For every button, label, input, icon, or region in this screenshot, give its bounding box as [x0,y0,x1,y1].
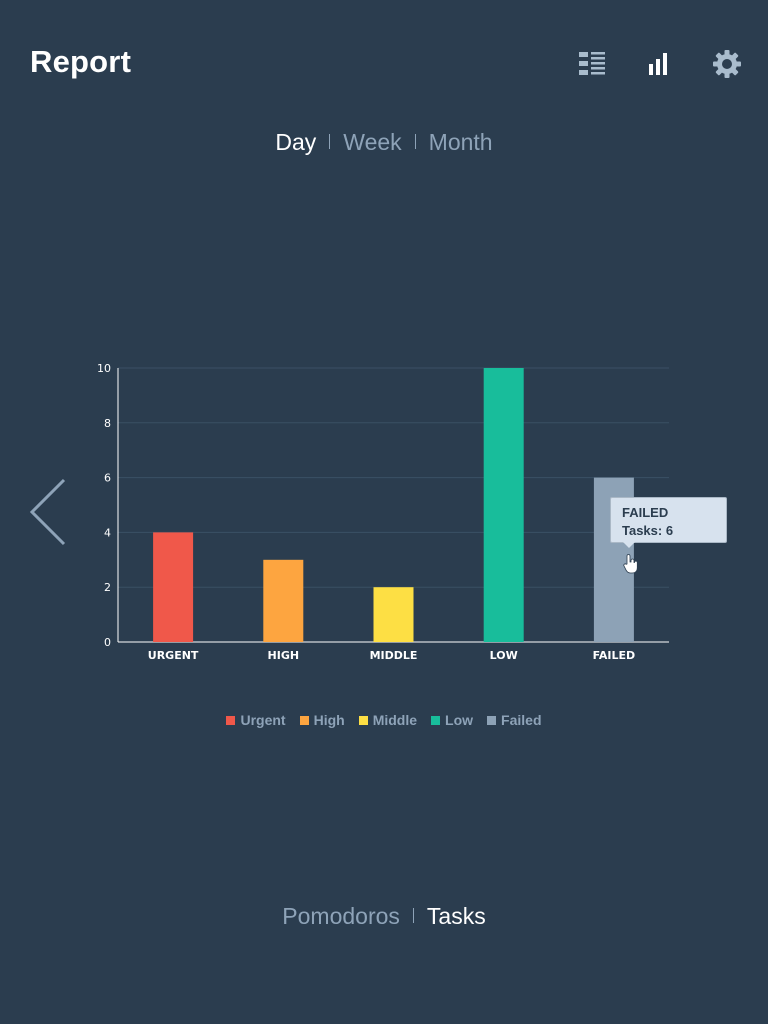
y-tick-label: 8 [104,417,111,430]
tab-tasks[interactable]: Tasks [427,903,486,930]
legend-label: High [313,712,345,728]
mode-tabs: Pomodoros Tasks [0,903,768,930]
y-tick-label: 0 [104,636,111,649]
legend-item-urgent[interactable]: Urgent [226,712,286,728]
legend-label: Low [445,712,474,728]
y-tick-label: 6 [104,472,111,485]
x-tick-label: HIGH [268,649,300,662]
chart-tooltip: FAILED Tasks: 6 [610,497,727,548]
y-tick-label: 4 [104,526,111,539]
x-tick-label: FAILED [593,649,636,662]
legend-swatch [358,716,368,725]
tab-separator [412,908,414,924]
bar-high[interactable] [263,559,304,642]
legend-label: Urgent [240,712,286,728]
legend-item-middle[interactable]: Middle [358,712,418,728]
bar-urgent[interactable] [153,532,194,642]
legend-item-high[interactable]: High [299,712,345,728]
x-tick-label: MIDDLE [370,649,418,662]
legend-swatch [487,716,497,725]
y-tick-label: 10 [97,362,111,375]
legend-item-low[interactable]: Low [431,712,473,728]
x-tick-label: LOW [490,649,518,662]
bar-chart: 0 2 4 6 8 10 URGENT HIGH MIDDLE LOW FAILED [97,362,669,662]
x-tick-label: URGENT [148,649,199,662]
chart-legend: Urgent High Middle Low Failed [0,712,768,728]
bar-middle[interactable] [373,587,414,642]
tab-pomodoros[interactable]: Pomodoros [282,903,400,930]
tooltip-text: Tasks: 6 [622,523,674,538]
bar-low[interactable] [483,368,524,642]
legend-label: Failed [501,712,542,728]
legend-label: Middle [372,712,418,728]
legend-swatch [431,716,441,725]
legend-swatch [226,716,236,725]
y-tick-label: 2 [104,581,111,594]
hand-cursor-icon [622,553,640,575]
tooltip-title: FAILED [622,505,669,520]
tooltip-caret [623,542,635,548]
legend-item-failed[interactable]: Failed [487,712,542,728]
legend-swatch [299,716,309,725]
